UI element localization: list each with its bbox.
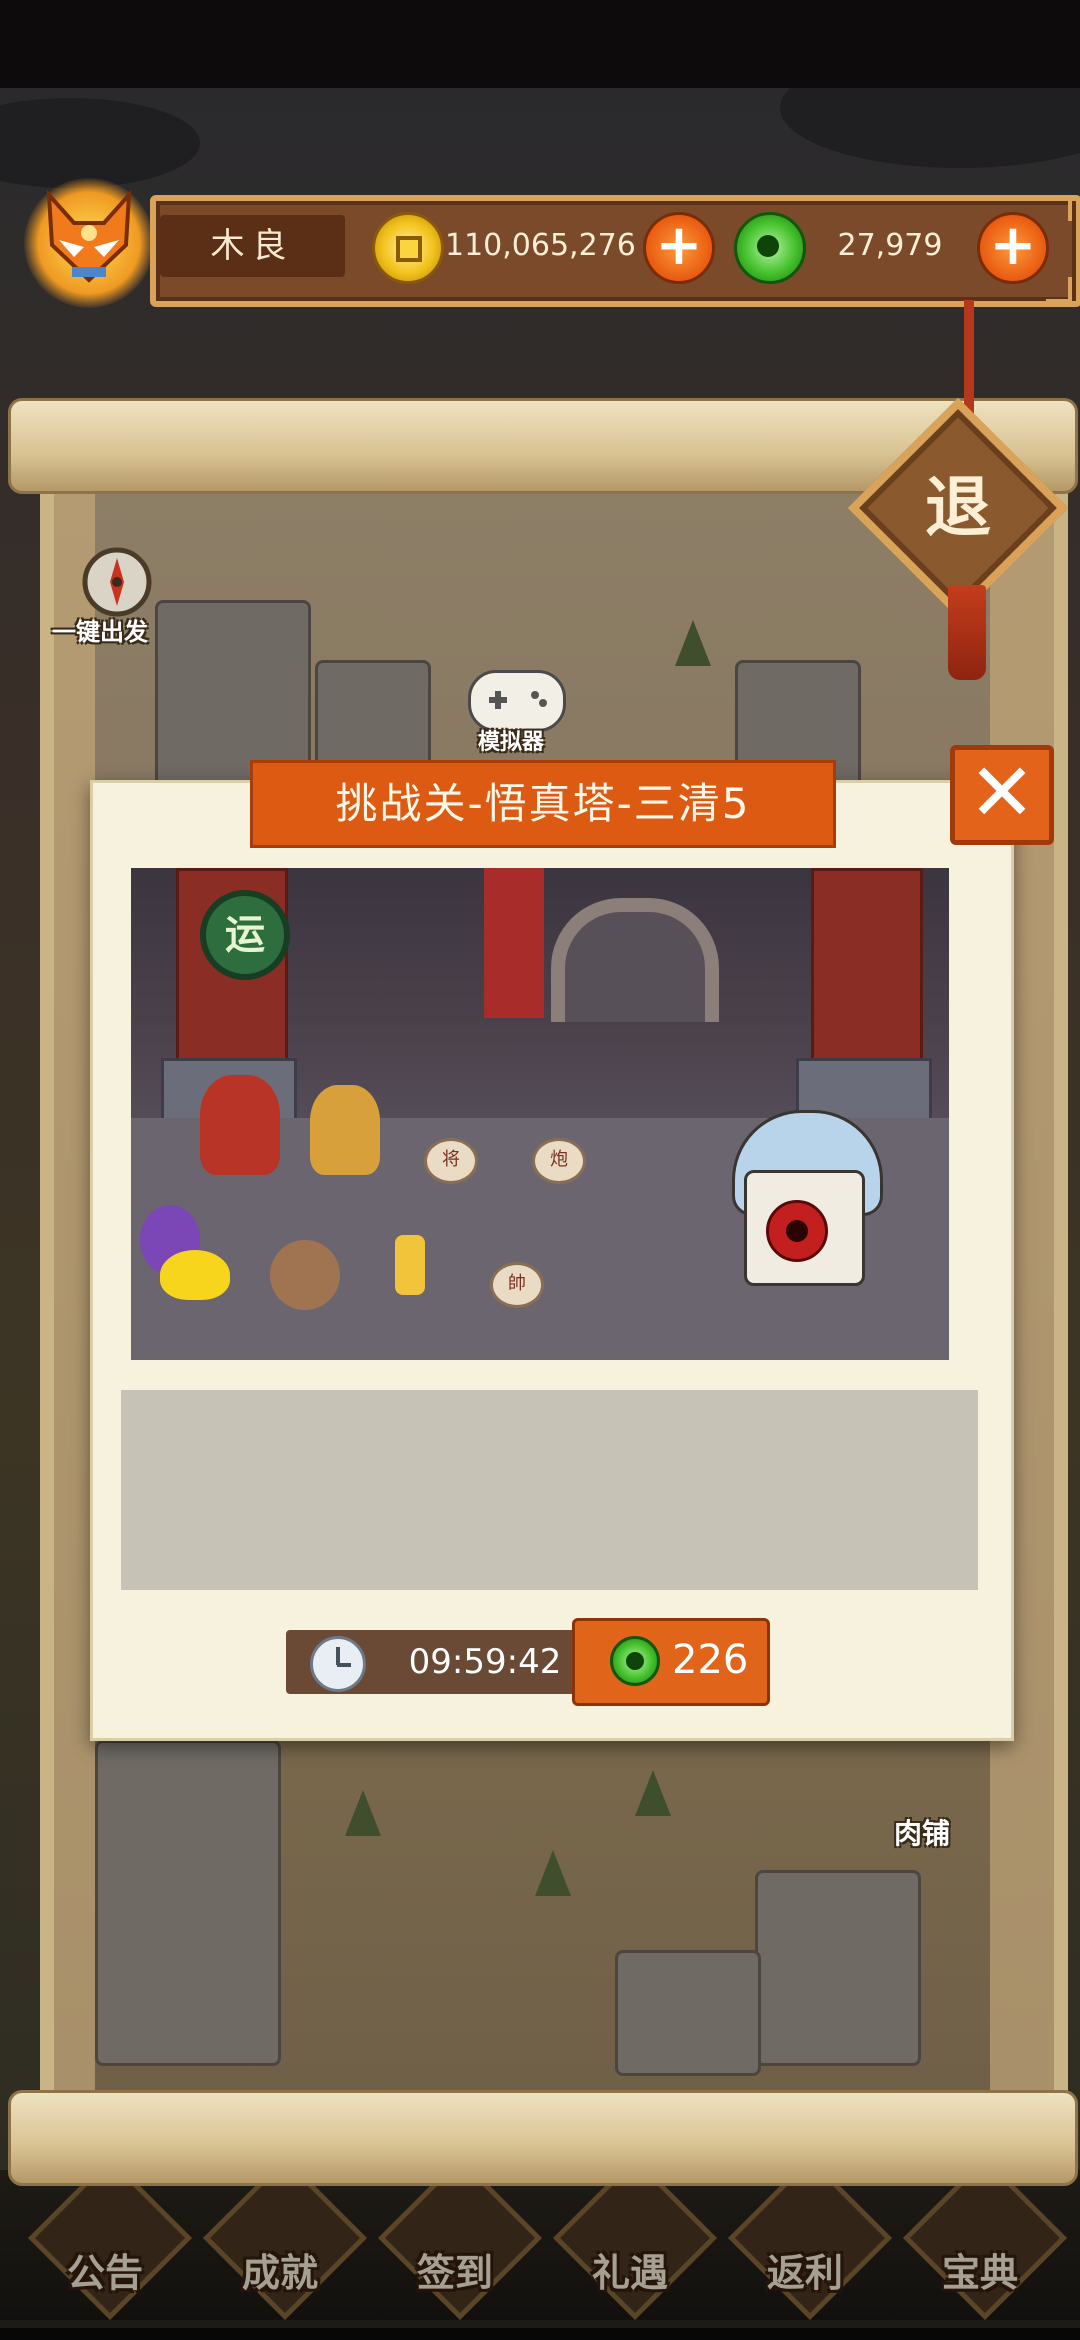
chess-piece: 将 — [424, 1138, 478, 1184]
cloud — [780, 88, 1080, 168]
chess-piece: 炮 — [532, 1138, 586, 1184]
scroll-bottom-rod — [8, 2090, 1078, 2186]
close-icon: ✕ — [968, 746, 1036, 839]
auto-depart-label: 一键出发 — [52, 618, 148, 646]
gold-coin-icon — [372, 212, 444, 284]
emulator-button[interactable] — [468, 670, 566, 732]
arch-window — [551, 898, 719, 1022]
bar-corner — [1046, 195, 1072, 221]
red-banner — [484, 868, 544, 1018]
enemy-eye-icon — [766, 1200, 828, 1262]
luck-badge-icon: 运 — [200, 890, 290, 980]
hero-pawn — [395, 1235, 425, 1295]
cost-amount: 226 — [672, 1637, 749, 1683]
gamepad-icon — [489, 691, 547, 709]
chess-piece: 帥 — [490, 1262, 544, 1308]
map-cliff — [615, 1950, 761, 2076]
gold-amount: 110,065,276 — [445, 228, 636, 263]
bar-corner — [1046, 277, 1072, 303]
jade-amount: 27,979 — [837, 228, 943, 263]
close-button[interactable]: ✕ — [950, 745, 1054, 845]
map-cliff — [95, 1740, 281, 2066]
hero-warrior — [200, 1075, 280, 1175]
jade-coin-icon — [610, 1636, 660, 1686]
stage-description — [121, 1390, 978, 1590]
butcher-shop-button[interactable]: 肉铺 — [894, 1812, 950, 1852]
jade-coin-icon — [734, 212, 806, 284]
tree — [345, 1790, 381, 1836]
exit-tassel — [948, 585, 986, 680]
add-gold-button[interactable]: + — [643, 212, 715, 284]
hero-duck — [160, 1250, 230, 1300]
dialog-title: 挑战关-悟真塔-三清5 — [250, 760, 836, 848]
avatar[interactable] — [34, 185, 144, 295]
menu-dim-overlay — [0, 2170, 1080, 2340]
fox-mask-icon — [46, 189, 132, 283]
add-jade-button[interactable]: + — [977, 212, 1049, 284]
tree — [675, 620, 711, 666]
countdown-timer: 09:59:42 — [408, 1642, 562, 1682]
player-name: 木良 — [160, 215, 345, 277]
cloud — [0, 98, 200, 188]
emulator-label: 模拟器 — [478, 730, 545, 755]
exit-label[interactable]: 退 — [880, 430, 1036, 586]
pillar — [811, 868, 923, 1064]
map-cliff — [755, 1870, 921, 2066]
hero-archer — [310, 1085, 380, 1175]
hero-farmer — [270, 1240, 340, 1310]
stopwatch-icon — [310, 1636, 366, 1692]
tree — [535, 1850, 571, 1896]
tree — [635, 1770, 671, 1816]
